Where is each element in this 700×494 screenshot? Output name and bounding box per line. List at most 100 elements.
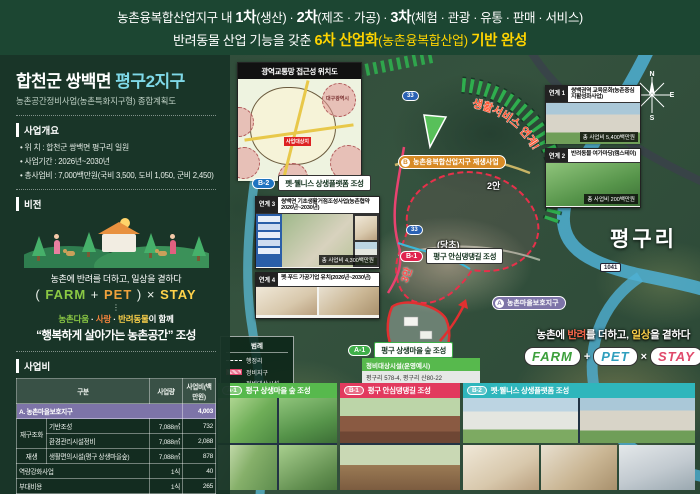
b2-callout: B-2 펫·웰니스 상생플랫폼 조성 [252,175,371,191]
rendering-photo [619,445,695,490]
overview-location: 위 치 : 합천군 쌍백면 평구리 일원 [20,142,216,153]
vision-overlay: 농촌에 반려를 더하고, 일상을 곁하다 FARM + PET × STAY [524,327,700,366]
house-icon [102,234,136,252]
project-site-marker: 사업대상지 [284,137,311,146]
site-building [404,317,418,326]
header-l2-s1: 반려동물 산업 기능을 갖춘 [173,33,315,48]
b2-strip-label: 펫·웰니스 상생플랫폼 조성 [491,385,569,396]
section-vision-heading: 비전 [16,197,216,211]
section-overview-heading: 사업개요 [16,123,216,137]
col-qty: 사업량 [150,379,183,404]
a1-detail-address: 평구리 578-4, 평구리 산80-22 [362,371,480,383]
budget-table: 구분 사업량 사업비(백만원) A. 농촌마을보호지구 4,003 재구조화 기… [16,378,216,494]
rendering-photo-strip: A-1평구 상생마을 숲 조성 B-1평구 안심댕댕길 조성 B-2펫·웰니스 … [218,383,695,490]
b2-badge: B-2 [252,178,275,189]
dots-separator: ⋮ [16,304,216,311]
link3-panel: 연계 3쌍백면 기초생활거점조성사업(농촌협약 2026년~2030년) 총 사… [255,196,380,269]
link4-photo [319,287,380,315]
farm-pet-stay-badges: FARM + PET × STAY [524,347,700,366]
slogan-part: 이 함께 [149,314,174,324]
label-plan2: 2안 [487,179,500,192]
cost-cell: 878 [183,449,216,464]
a1-detail-title: 정비대상시설(운영예시) [362,358,480,371]
link4-tag: 연계 4 [256,273,278,286]
zone-b-pill: B 농촌융복합산업지구 재생사업 [398,155,506,169]
qty-cell: 7,088㎡ [150,434,183,449]
b1-strip-header: B-1평구 안심댕댕길 조성 [340,383,460,398]
vision-overlay-line: 농촌에 반려를 더하고, 일상을 곁하다 [524,327,700,342]
name-cell: 역량강화사업 [17,464,150,479]
table-row: 환경관리시설정비 7,088㎡ 2,088 [17,434,216,449]
b2-strip-badge: B-2 [467,386,487,395]
paren: ( [35,287,45,302]
farm-badge: FARM [524,347,581,366]
link3-tag: 연계 3 [256,197,278,213]
info-row [258,232,280,238]
rendering-photo [340,445,460,490]
thumb [355,216,377,240]
rendering-photo [279,398,338,443]
village-name: 평구리 [610,223,677,253]
col-category: 구분 [17,379,150,404]
qty-cell: 1식 [150,464,183,479]
name-cell: 부대비용 [17,479,150,494]
table-row: 재구조화 기반조성 7,088㎡ 732 [17,419,216,434]
header-line2: 반려동물 산업 기능을 갖춘 6차 산업화(농촌융복합산업) 기반 완성 [173,29,527,50]
table-row: 재생 생활편의시설(평구 상생마을숲) 7,088㎡ 878 [17,449,216,464]
header-banner: 농촌융복합산업지구 내 1차(생산) · 2차(제조 · 가공) · 3차(체험… [0,0,700,55]
road-shield-33: 33 [402,91,419,101]
city-label-daegu: 대구광역시 [326,95,349,102]
zone-a-label: 농촌마을보호지구 [507,298,559,308]
b1-label: 평구 안심댕댕길 조성 [426,248,503,264]
name-cell: 생활편의시설(평구 상생마을숲) [47,449,150,464]
link2-body: 총 사업비 200백만원 [546,163,640,206]
rendering-photo [580,398,695,443]
b1-photos [340,398,460,490]
times-word: × [142,287,160,302]
vision-formula: ( FARM + PET ) × STAY [16,287,216,302]
district-boundary [396,172,538,303]
site-building [420,331,432,339]
vo-s2: 반려 [567,329,586,341]
inset-map-title: 광역교통망 접근성 위치도 [238,63,361,79]
tree-icon [192,236,206,256]
vo-s1: 농촌에 [537,329,568,341]
link2-note: 총 사업비 200백만원 [584,194,638,204]
section-a-label: A. 농촌마을보호지구 [17,404,183,419]
divider [16,189,216,190]
header-l1-b2: 2차 [297,10,318,26]
link4-title: 펫·푸드 가공기업 유치(2026년~2030년) [278,273,373,286]
b2-photos-top [463,398,695,443]
vo-s3: 를 더하고, [586,329,631,341]
link1-panel: 연계 1쌍백권역 교육문화(농촌중심지활성화사업) 총 사업비 5,400백만원 [545,85,641,143]
title-highlight: 평구2지구 [115,72,185,91]
link4-body [256,287,379,315]
header-l2-b1: 6차 산업화 [314,33,378,49]
plus-word: + [86,287,104,302]
vo-s4: 일상 [631,329,650,341]
b2-photos-bottom [463,445,695,490]
a1-callout: A-1 평구 상생마을 숲 조성 [348,342,453,358]
info-row [258,224,280,230]
link3-body: 총 사업비 4,300백만원 [256,214,379,267]
dog-icon [66,251,75,256]
slogan-part: 농촌다움 [58,314,88,324]
legend-item-zone: 정비지구 [226,368,288,377]
zone-a-badge: A [495,299,504,308]
rendering-photo [541,445,617,490]
header-line1: 농촌융복합산업지구 내 1차(생산) · 2차(제조 · 가공) · 3차(체험… [117,6,583,27]
zone-b-badge: B [401,158,410,167]
link1-note: 총 사업비 5,400백만원 [580,132,638,142]
link1-tag: 연계 1 [546,86,568,102]
legend-item-boundary: 행정리 [226,356,288,365]
divider [16,115,216,116]
a1-photos [218,398,337,490]
rendering-photo [279,445,338,490]
regional-access-inset-map: 광역교통망 접근성 위치도 대구광역시 사업대상지 [237,62,362,180]
title-prefix: 합천군 쌍백면 [16,72,115,91]
b1-photo-panel: B-1평구 안심댕댕길 조성 [340,383,460,490]
link1-body: 총 사업비 5,400백만원 [546,103,640,144]
slogan-dot: · [89,314,96,324]
section-a-total: 4,003 [183,404,216,419]
legend-label: 행정리 [246,356,263,365]
